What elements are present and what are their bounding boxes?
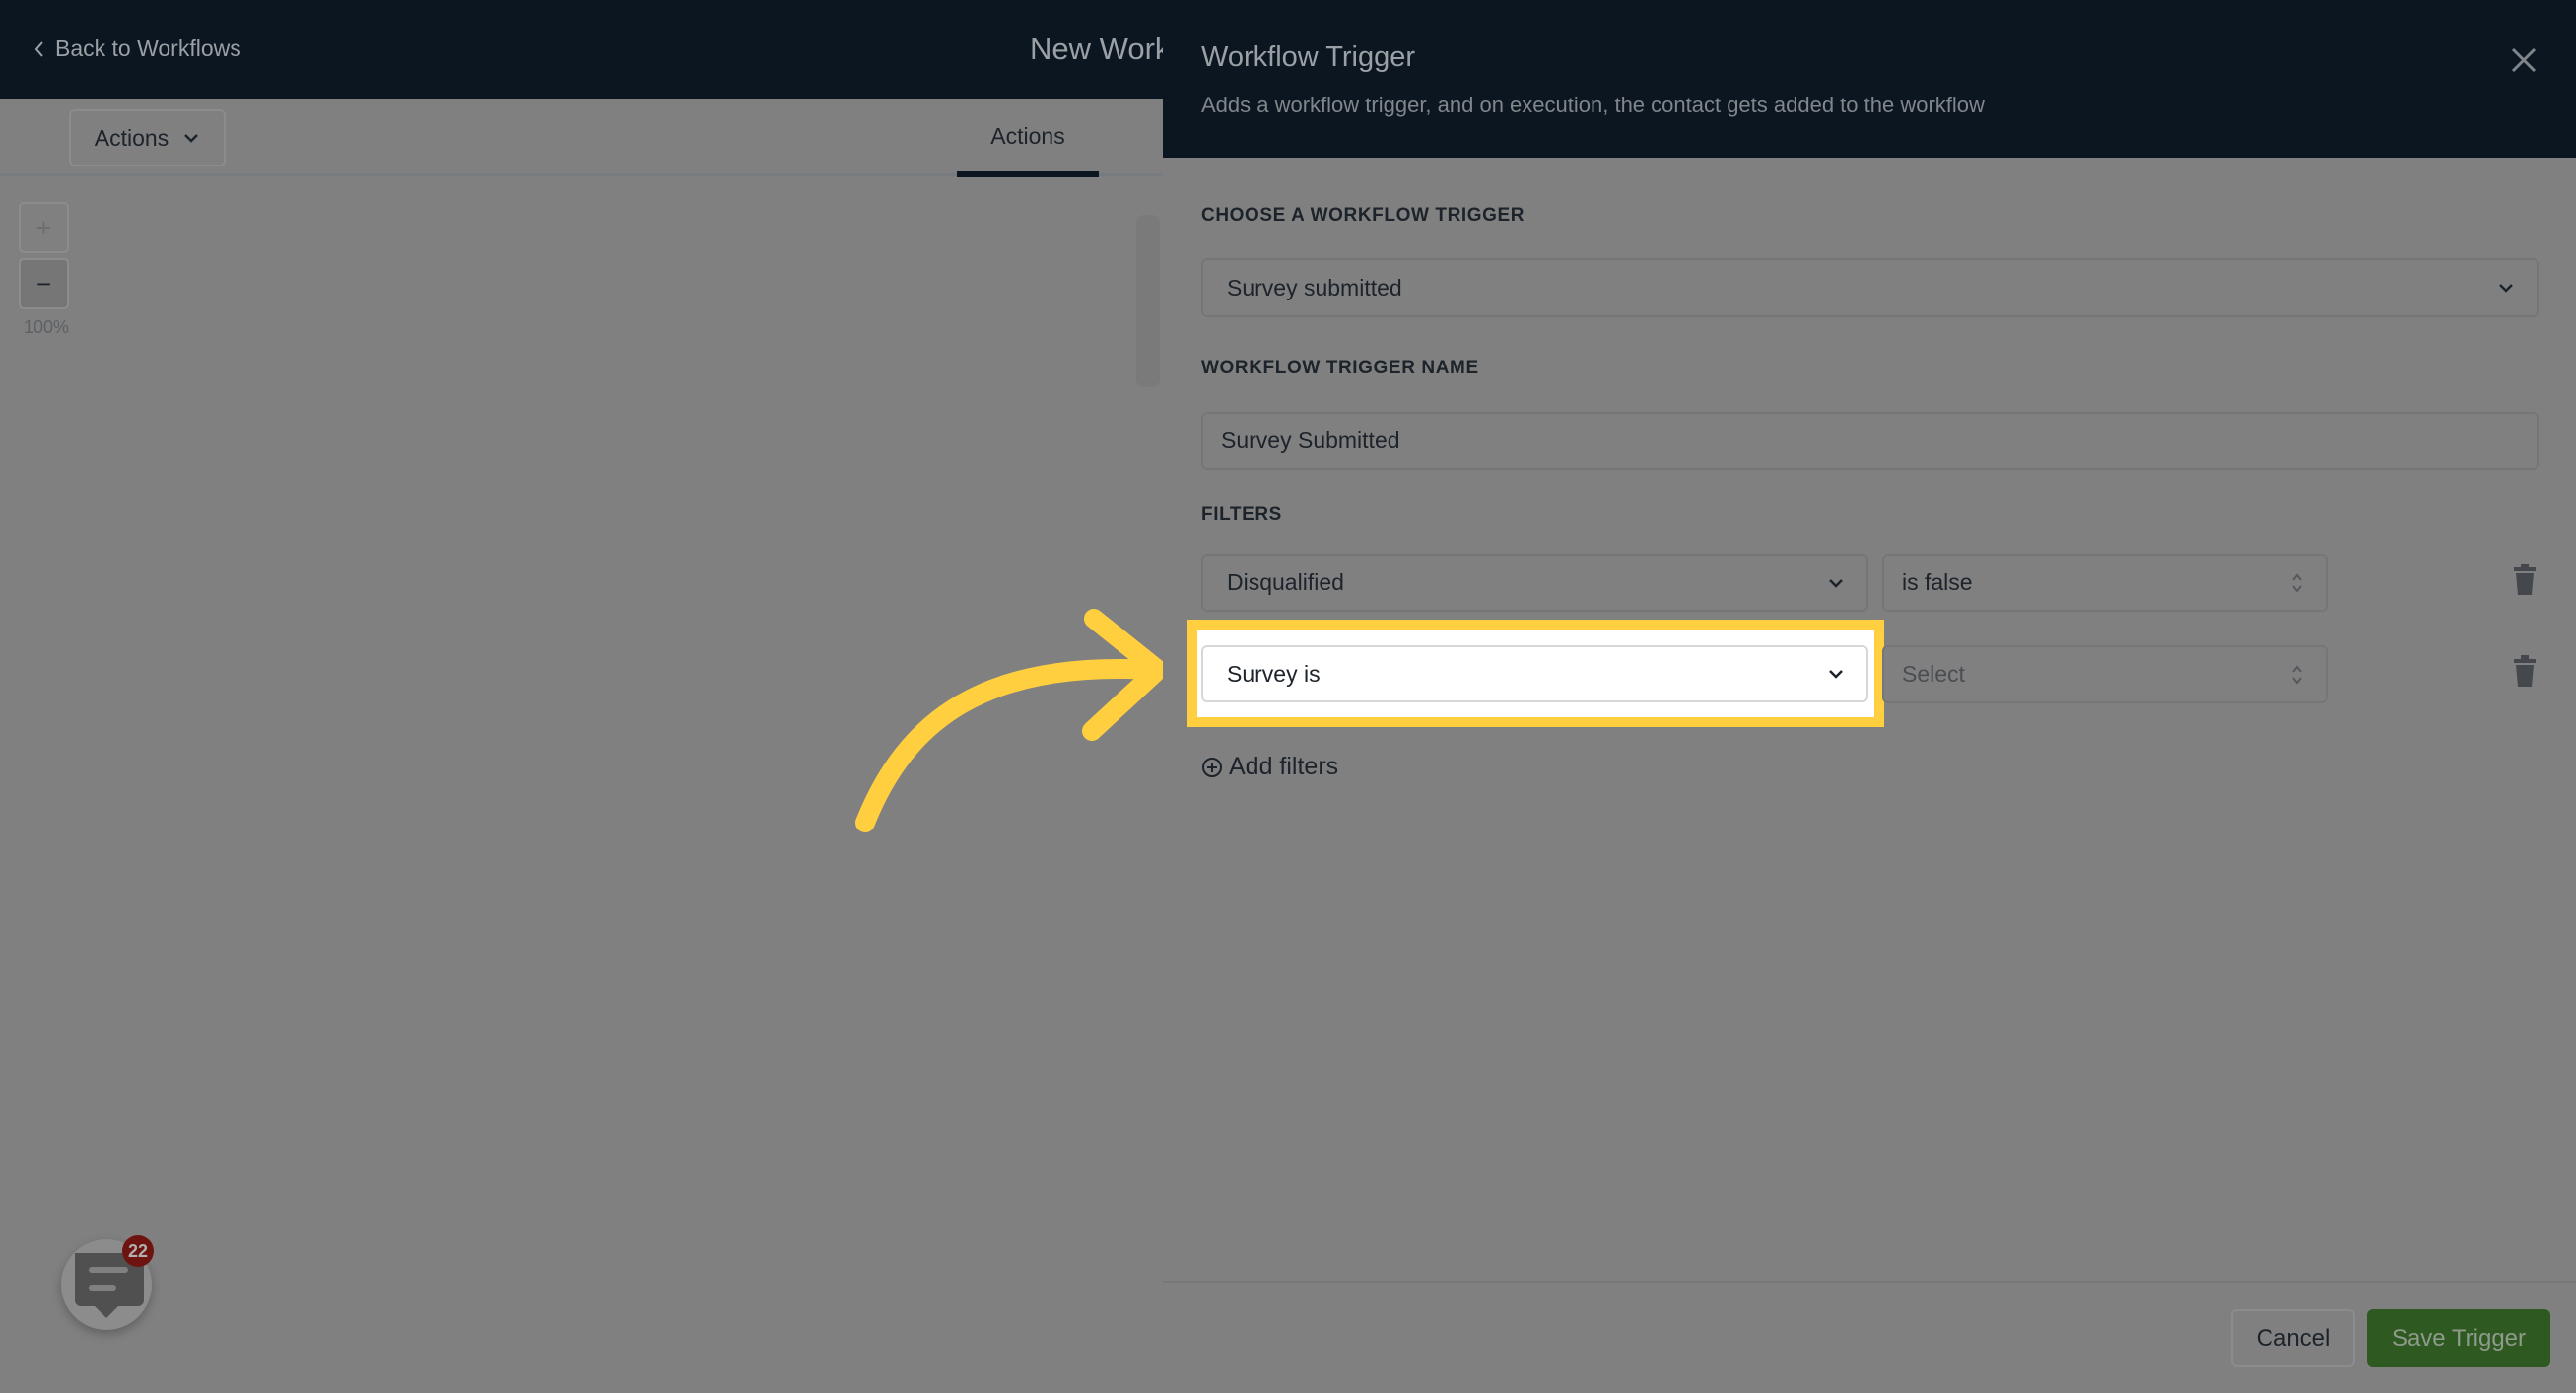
filter-field-value: Survey is [1227, 660, 1321, 687]
filter-field-select[interactable]: Disqualified [1201, 554, 1868, 612]
scrollbar[interactable] [1136, 215, 1160, 387]
panel-title: Workflow Trigger [1201, 41, 1416, 73]
chevron-down-icon [2499, 284, 2513, 293]
save-trigger-button[interactable]: Save Trigger [2367, 1309, 2550, 1367]
trigger-select-value: Survey submitted [1227, 274, 1402, 300]
filter-field-value: Disqualified [1227, 569, 1344, 595]
back-label: Back to Workflows [55, 35, 241, 61]
chat-widget-button[interactable]: 22 [61, 1235, 154, 1330]
trigger-name-label: WORKFLOW TRIGGER NAME [1201, 358, 1479, 378]
chevron-left-icon [34, 40, 43, 57]
sort-arrows-icon [2292, 572, 2302, 593]
notification-badge: 22 [122, 1235, 154, 1267]
tab-actions[interactable]: Actions [957, 108, 1099, 177]
add-filters-label: Add filters [1229, 753, 1339, 780]
footer-divider [1163, 1281, 2576, 1283]
filter-operator-select[interactable]: Select [1882, 645, 2328, 703]
filter-operator-select[interactable]: is false [1882, 554, 2328, 612]
close-icon[interactable] [2507, 43, 2541, 77]
trigger-name-input[interactable]: Survey Submitted [1201, 412, 2539, 470]
filter-field-select[interactable]: Survey is [1201, 645, 1868, 702]
filter-operator-value: is false [1902, 569, 1973, 595]
annotation-arrow [855, 609, 1168, 832]
back-to-workflows-link[interactable]: Back to Workflows [34, 35, 241, 62]
trash-icon[interactable] [2514, 655, 2536, 687]
panel-subtitle: Adds a workflow trigger, and on executio… [1201, 93, 1985, 117]
add-filters-button[interactable]: Add filters [1201, 753, 1338, 781]
trigger-label: CHOOSE A WORKFLOW TRIGGER [1201, 205, 1525, 226]
actions-dropdown-label: Actions [94, 124, 169, 151]
filter-operator-value: Select [1902, 661, 1965, 687]
chevron-down-icon [1829, 670, 1843, 679]
trigger-select[interactable]: Survey submitted [1201, 258, 2539, 317]
sort-arrows-icon [2292, 664, 2302, 685]
filters-label: FILTERS [1201, 504, 1282, 525]
chevron-down-icon [1829, 578, 1843, 588]
workflow-trigger-panel: Workflow Trigger Adds a workflow trigger… [1163, 0, 2576, 1393]
panel-header [1163, 0, 2576, 158]
cancel-button[interactable]: Cancel [2231, 1309, 2355, 1367]
zoom-in-button[interactable]: + [19, 202, 69, 253]
zoom-out-button[interactable]: − [19, 258, 69, 309]
plus-circle-icon [1202, 757, 1222, 777]
chevron-down-icon [184, 134, 199, 143]
actions-dropdown[interactable]: Actions [69, 109, 226, 166]
trash-icon[interactable] [2514, 564, 2536, 595]
zoom-level: 100% [24, 317, 70, 337]
